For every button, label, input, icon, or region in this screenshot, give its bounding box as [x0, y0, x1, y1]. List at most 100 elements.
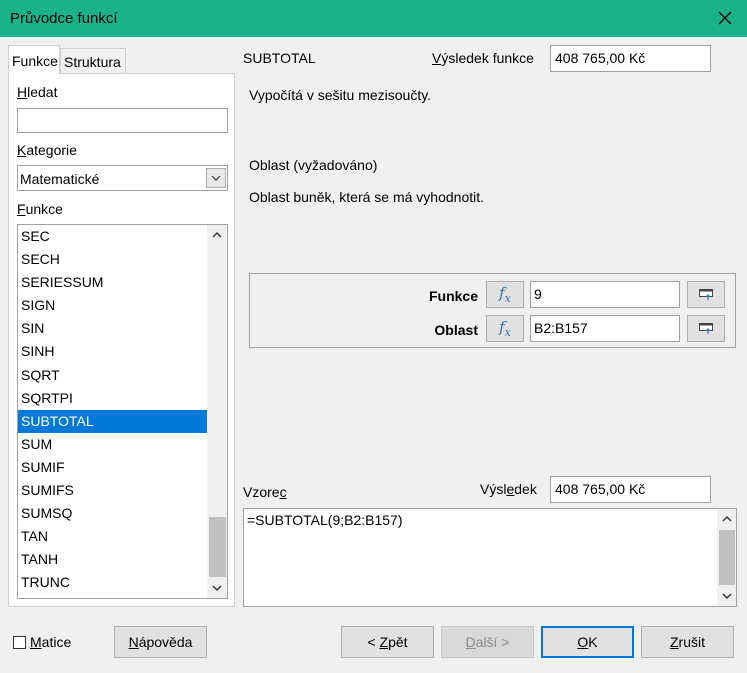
function-list-scrollbar[interactable]	[207, 225, 227, 598]
function-list-item[interactable]: SUMIF	[18, 456, 207, 479]
ok-accel: O	[577, 634, 589, 650]
argument-input-funkce[interactable]: 9	[530, 281, 680, 308]
formula-label-accel: c	[279, 484, 287, 500]
function-list-item[interactable]: SQRTPI	[18, 387, 207, 410]
formula-scroll-up[interactable]	[717, 509, 736, 529]
function-list-item[interactable]: SIGN	[18, 294, 207, 317]
title-bar: Průvodce funkcí	[0, 0, 747, 37]
fx-sub: x	[504, 326, 511, 339]
ok-text: K	[588, 634, 598, 650]
chevron-up-icon	[722, 516, 731, 522]
fx-button-funkce[interactable]: fx	[486, 281, 524, 308]
shrink-icon	[699, 322, 713, 334]
functions-label: Funkce	[17, 201, 63, 217]
result-label-accel: V	[432, 50, 442, 66]
formula-result-field: 408 765,00 Kč	[550, 476, 711, 503]
search-label-accel: H	[17, 84, 28, 100]
category-value: Matematické	[20, 171, 100, 187]
arguments-frame: Funkce fx 9 Oblast fx B2:B157	[249, 273, 736, 348]
function-list-item[interactable]: TANH	[18, 548, 207, 571]
function-result-field: 408 765,00 Kč	[550, 45, 711, 72]
result2-label: Výsledek	[480, 481, 537, 497]
close-button[interactable]	[709, 4, 741, 32]
function-list-item[interactable]: SUMSQ	[18, 502, 207, 525]
matice-label[interactable]: Matice	[30, 634, 71, 650]
shrink-button-oblast[interactable]	[687, 315, 725, 342]
matice-checkbox[interactable]	[13, 636, 26, 649]
window-title: Průvodce funkcí	[10, 10, 118, 27]
next-button[interactable]: Další >	[441, 626, 534, 658]
help-accel: N	[128, 634, 139, 650]
back-button[interactable]: < Zpět	[341, 626, 434, 658]
back-text: pět	[388, 634, 408, 650]
cancel-button[interactable]: Zrušit	[641, 626, 734, 658]
function-list-item[interactable]: SUBTOTAL	[18, 409, 207, 433]
parameter-name: Oblast (vyžadováno)	[249, 157, 378, 173]
formula-scrollbar[interactable]	[717, 509, 736, 606]
back-pre: <	[367, 634, 380, 650]
search-input[interactable]	[17, 108, 228, 133]
argument-label-funkce: Funkce	[428, 288, 478, 304]
search-label: Hledat	[17, 84, 57, 100]
formula-label: Vzorec	[243, 484, 287, 500]
formula-scroll-down[interactable]	[717, 586, 736, 606]
function-list-item[interactable]: SUMIFS	[18, 479, 207, 502]
scroll-up-button[interactable]	[207, 225, 227, 245]
argument-input-oblast[interactable]: B2:B157	[530, 315, 680, 342]
category-select[interactable]: Matematické	[17, 165, 228, 191]
function-description: Vypočítá v sešitu mezisoučty.	[249, 87, 432, 103]
shrink-button-funkce[interactable]	[687, 281, 725, 308]
shrink-icon	[699, 288, 713, 300]
tab-funkce[interactable]: Funkce	[8, 45, 60, 74]
function-icon: fx	[499, 318, 511, 339]
scroll-down-button[interactable]	[207, 578, 227, 598]
next-text: alší >	[475, 634, 510, 650]
category-label-accel: K	[17, 142, 27, 158]
search-label-text: ledat	[27, 84, 58, 100]
formula-textarea[interactable]: =SUBTOTAL(9;B2:B157)	[243, 508, 737, 607]
function-list-item[interactable]: SQRT	[18, 364, 207, 387]
next-accel: D	[465, 634, 476, 650]
argument-label-oblast: Oblast	[434, 322, 478, 338]
function-list-item[interactable]: TAN	[18, 525, 207, 548]
category-label: Kategorie	[17, 142, 77, 158]
cancel-text: rušit	[678, 634, 705, 650]
function-icon: fx	[499, 284, 511, 305]
function-list-item[interactable]: SERIESSUM	[18, 271, 207, 294]
chevron-up-icon	[212, 232, 222, 238]
function-list-item[interactable]: SIN	[18, 317, 207, 340]
tab-struktura[interactable]: Struktura	[60, 48, 126, 73]
function-list-item[interactable]: SUM	[18, 433, 207, 456]
function-list-item[interactable]: SECH	[18, 248, 207, 271]
formula-text: =SUBTOTAL(9;B2:B157)	[247, 512, 403, 528]
cancel-accel: Z	[669, 634, 679, 650]
help-text: ápověda	[138, 634, 193, 650]
ok-button[interactable]: OK	[541, 626, 634, 658]
fx-button-oblast[interactable]: fx	[486, 315, 524, 342]
function-list-items: SEC SECH SERIESSUM SIGN SIN SINH SQRT SQRTPI SUB…	[18, 225, 207, 595]
formula-scroll-thumb[interactable]	[719, 530, 735, 585]
function-list-item[interactable]: SEC	[18, 225, 207, 248]
scroll-thumb[interactable]	[209, 517, 226, 577]
parameter-description: Oblast buněk, která se má vyhodnotit.	[249, 189, 485, 205]
category-dropdown-button[interactable]	[206, 168, 226, 188]
close-icon	[718, 11, 732, 25]
fx-sub: x	[504, 292, 511, 305]
help-button[interactable]: Nápověda	[114, 626, 207, 658]
result-label: Výsledek funkce	[432, 50, 534, 66]
chevron-down-icon	[211, 175, 221, 181]
result2-label-text: dek	[514, 481, 537, 497]
functions-label-text: unkce	[25, 201, 63, 217]
functions-label-accel: F	[17, 201, 26, 217]
result-label-text: ýsledek funkce	[441, 50, 534, 66]
matice-label-text: atice	[41, 634, 72, 650]
formula-label-text: Vzore	[243, 484, 280, 500]
function-list[interactable]: SEC SECH SERIESSUM SIGN SIN SINH SQRT SQRTPI SUB…	[17, 224, 228, 599]
function-name: SUBTOTAL	[243, 50, 316, 66]
result2-label-pre: Výsl	[480, 481, 507, 497]
matice-label-accel: M	[30, 634, 42, 650]
back-accel: Z	[379, 634, 389, 650]
function-list-item[interactable]: TRUNC	[18, 571, 207, 594]
function-list-item[interactable]: SINH	[18, 340, 207, 363]
chevron-down-icon	[722, 593, 731, 599]
